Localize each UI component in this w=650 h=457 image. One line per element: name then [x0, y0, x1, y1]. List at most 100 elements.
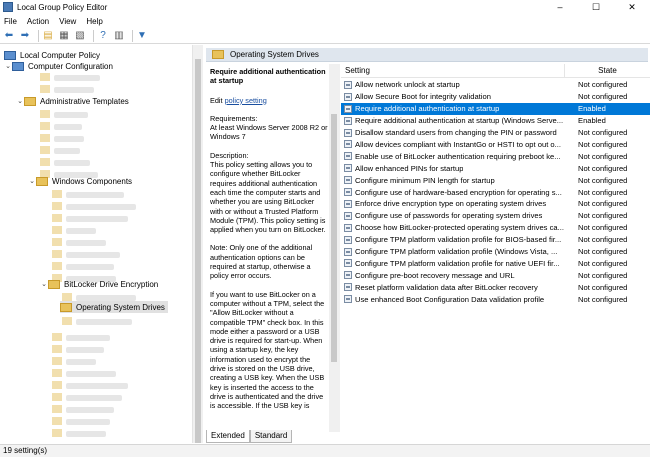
obscured-tree-item	[54, 87, 94, 93]
setting-name: Disallow standard users from changing th…	[355, 128, 557, 138]
tree-item-bitlocker[interactable]: ⌄ BitLocker Drive Encryption	[40, 278, 158, 290]
table-row[interactable]: Configure use of hardware-based encrypti…	[341, 186, 650, 198]
edit-line: Edit policy setting	[210, 96, 328, 105]
forward-arrow-icon[interactable]: ➡	[19, 30, 31, 42]
chevron-down-icon[interactable]: ⌄	[28, 177, 36, 185]
show-hide-tree-icon[interactable]: ▦	[58, 30, 70, 42]
setting-name: Configure TPM platform validation profil…	[355, 235, 562, 245]
tree-label: Windows Components	[52, 176, 133, 186]
setting-cell: Allow Secure Boot for integrity validati…	[341, 92, 565, 101]
folder-icon	[52, 202, 62, 210]
setting-name: Choose how BitLocker-protected operating…	[355, 223, 564, 233]
requirements-text: At least Windows Server 2008 R2 or Windo…	[210, 123, 328, 142]
requirements: Requirements: At least Windows Server 200…	[210, 114, 328, 142]
maximize-button[interactable]: ☐	[578, 0, 614, 14]
state-cell: Not configured	[578, 139, 628, 149]
table-row[interactable]: Configure minimum PIN length for startup…	[341, 174, 650, 186]
table-row[interactable]: Configure use of passwords for operating…	[341, 210, 650, 222]
table-row[interactable]: Configure TPM platform validation profil…	[341, 234, 650, 246]
obscured-tree-item	[66, 359, 96, 365]
close-button[interactable]: ✕	[614, 0, 650, 14]
table-row[interactable]: Use enhanced Boot Configuration Data val…	[341, 293, 650, 305]
table-row[interactable]: Choose how BitLocker-protected operating…	[341, 222, 650, 234]
policy-setting-icon	[344, 176, 352, 185]
folder-icon	[52, 357, 62, 365]
setting-name: Configure pre-boot recovery message and …	[355, 270, 515, 280]
state-cell: Not configured	[578, 151, 628, 161]
policy-setting-icon	[344, 211, 352, 220]
table-row[interactable]: Allow devices compliant with InstantGo o…	[341, 139, 650, 151]
tree-item-windows-components[interactable]: ⌄ Windows Components	[28, 175, 132, 187]
tree-label: Administrative Templates	[40, 96, 129, 106]
table-row[interactable]: Reset platform validation data after Bit…	[341, 281, 650, 293]
tab-extended[interactable]: Extended	[206, 430, 250, 443]
chevron-down-icon[interactable]: ⌄	[4, 62, 12, 70]
folder-icon	[48, 279, 60, 289]
tree-label: Operating System Drives	[76, 302, 165, 312]
filter-icon[interactable]: ▼	[136, 30, 148, 42]
setting-name: Allow devices compliant with InstantGo o…	[355, 139, 561, 149]
folder-icon	[52, 333, 62, 341]
requirements-label: Requirements:	[210, 113, 258, 123]
table-row[interactable]: Configure pre-boot recovery message and …	[341, 269, 650, 281]
state-cell: Not configured	[578, 294, 628, 304]
properties-icon[interactable]: ▥	[113, 30, 125, 42]
state-cell: Not configured	[578, 199, 628, 209]
tab-standard[interactable]: Standard	[249, 430, 293, 443]
folder-icon	[52, 250, 62, 258]
menu-view[interactable]: View	[59, 17, 76, 26]
policy-setting-icon	[344, 223, 352, 232]
chevron-down-icon[interactable]: ⌄	[16, 97, 24, 105]
setting-cell: Enforce drive encryption type on operati…	[341, 199, 565, 208]
scroll-thumb[interactable]	[195, 59, 201, 443]
menu-action[interactable]: Action	[27, 17, 49, 26]
tree-scrollbar[interactable]	[192, 45, 203, 443]
menu-help[interactable]: Help	[86, 17, 102, 26]
tree-item-administrative-templates[interactable]: ⌄ Administrative Templates	[16, 95, 129, 107]
setting-cell: Disallow standard users from changing th…	[341, 128, 565, 137]
table-row[interactable]: Require additional authentication at sta…	[341, 102, 650, 115]
folder-icon	[52, 345, 62, 353]
tree-pane: Local Computer Policy ⌄ Computer Configu…	[0, 45, 203, 443]
folder-icon	[52, 429, 62, 437]
list-header: Setting State	[341, 63, 650, 78]
folder-icon	[52, 405, 62, 413]
menu-file[interactable]: File	[4, 17, 17, 26]
scroll-thumb[interactable]	[331, 114, 337, 362]
table-row[interactable]: Require additional authentication at sta…	[341, 115, 650, 127]
export-list-icon[interactable]: ▧	[74, 30, 86, 42]
table-row[interactable]: Enable use of BitLocker authentication r…	[341, 150, 650, 162]
help-icon[interactable]: ?	[97, 30, 109, 42]
edit-policy-link[interactable]: policy setting	[225, 96, 267, 105]
setting-name: Require additional authentication at sta…	[355, 116, 564, 126]
table-row[interactable]: Enforce drive encryption type on operati…	[341, 198, 650, 210]
obscured-tree-item	[76, 319, 132, 325]
setting-name: Enable use of BitLocker authentication r…	[355, 151, 561, 161]
tree-item-computer-configuration[interactable]: ⌄ Computer Configuration	[4, 60, 113, 72]
table-row[interactable]: Configure TPM platform validation profil…	[341, 246, 650, 258]
table-row[interactable]: Disallow standard users from changing th…	[341, 127, 650, 139]
table-row[interactable]: Configure TPM platform validation profil…	[341, 258, 650, 270]
tree-item-operating-system-drives[interactable]: Operating System Drives	[60, 301, 168, 313]
state-cell: Not configured	[578, 223, 628, 233]
column-setting[interactable]: Setting	[341, 63, 565, 78]
state-cell: Not configured	[578, 187, 628, 197]
column-state[interactable]: State	[565, 64, 650, 78]
setting-name: Allow network unlock at startup	[355, 80, 460, 90]
table-row[interactable]: Allow enhanced PINs for startup Not confi…	[341, 162, 650, 174]
table-row[interactable]: Allow Secure Boot for integrity validati…	[341, 91, 650, 103]
folder-icon	[52, 190, 62, 198]
chevron-down-icon[interactable]: ⌄	[40, 280, 48, 288]
tpm-text: If you want to use BitLocker on a comput…	[210, 289, 325, 411]
window-controls: – ☐ ✕	[542, 0, 650, 14]
policy-setting-icon	[344, 283, 352, 292]
state-cell: Not configured	[578, 258, 628, 268]
minimize-button[interactable]: –	[542, 0, 578, 14]
folder-up-icon[interactable]: ▤	[42, 30, 54, 42]
table-row[interactable]: Allow network unlock at startup Not confi…	[341, 79, 650, 91]
description-panel: Require additional authentication at sta…	[210, 67, 328, 429]
settings-list: Setting State Allow network unlock at st…	[341, 63, 650, 434]
setting-name: Configure TPM platform validation profil…	[355, 258, 560, 268]
description-scrollbar[interactable]	[329, 64, 340, 432]
back-arrow-icon[interactable]: ⬅	[3, 30, 15, 42]
